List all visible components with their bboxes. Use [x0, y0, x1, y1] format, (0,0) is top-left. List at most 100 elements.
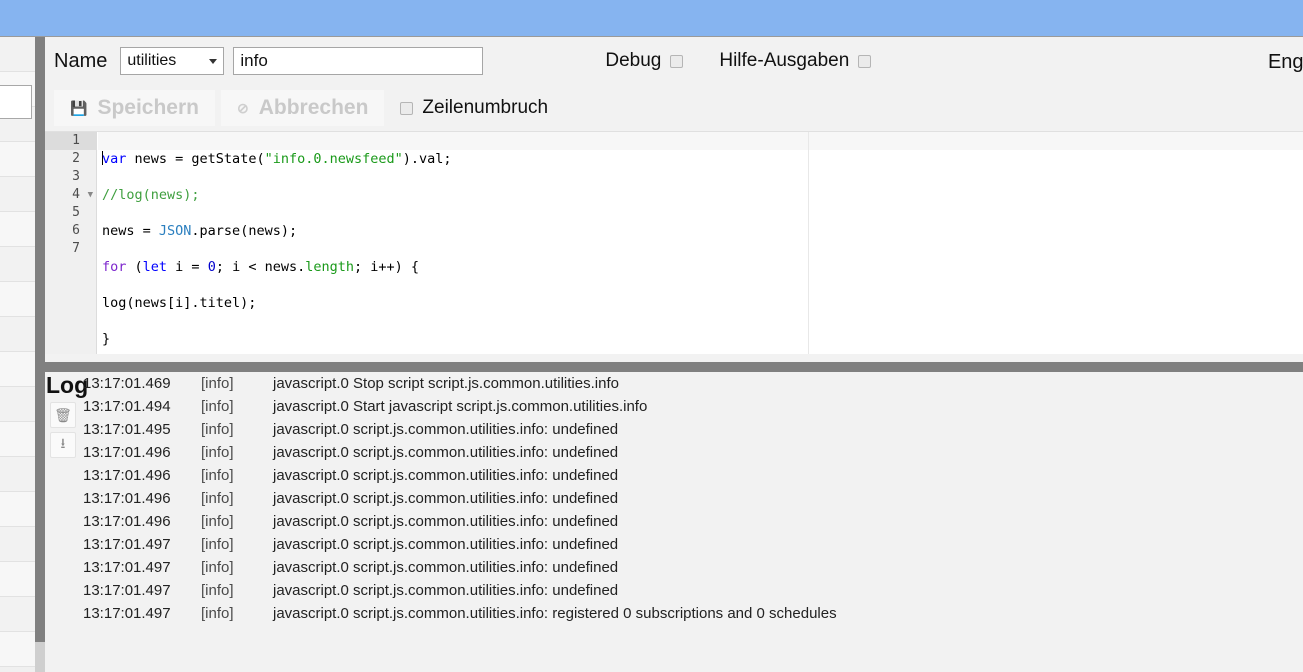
log-message: javascript.0 Stop script script.js.commo…: [273, 375, 619, 392]
log-severity: [info]: [201, 490, 234, 507]
script-tree-panel[interactable]: [0, 37, 35, 672]
log-timestamp: 13:17:01.497: [83, 559, 171, 576]
help-output-checkbox[interactable]: [858, 54, 872, 68]
tree-row[interactable]: [0, 597, 35, 632]
log-row: 13:17:01.497 [info] javascript.0 script.…: [83, 533, 1303, 556]
debug-label: Debug: [605, 50, 662, 71]
tree-row[interactable]: [0, 212, 35, 247]
tree-row[interactable]: [0, 492, 35, 527]
code-line: var news = getState("info.0.newsfeed").v…: [102, 151, 452, 167]
log-row: 13:17:01.496 [info] javascript.0 script.…: [83, 487, 1303, 510]
cancel-circle-icon: ⊘: [236, 100, 249, 116]
log-timestamp: 13:17:01.496: [83, 490, 171, 507]
cancel-button[interactable]: ⊘ Abbrechen: [220, 90, 385, 126]
editor-gutter: 1 2 3 4 ▼ 5 6 7: [45, 132, 97, 354]
log-row: 13:17:01.496 [info] javascript.0 script.…: [83, 441, 1303, 464]
log-severity: [info]: [201, 605, 234, 622]
log-message: javascript.0 script.js.common.utilities.…: [273, 559, 619, 576]
log-message: javascript.0 script.js.common.utilities.…: [273, 536, 619, 553]
editor-toolbar-actions: 💾 Speichern ⊘ Abbrechen Zeilenumbruch: [45, 85, 1303, 131]
help-output-toggle[interactable]: Hilfe-Ausgaben: [719, 50, 872, 72]
code-line: log(news[i].titel);: [102, 295, 257, 311]
log-row: 13:17:01.495 [info] javascript.0 script.…: [83, 418, 1303, 441]
tree-row[interactable]: [0, 562, 35, 597]
gutter-line-number: 4 ▼: [45, 186, 96, 204]
download-log-button[interactable]: ⭳: [50, 432, 76, 458]
gutter-line-number: 6: [72, 223, 80, 238]
chevron-down-small-icon[interactable]: ▼: [88, 186, 93, 204]
name-label: Name: [54, 49, 108, 72]
tree-row[interactable]: [0, 527, 35, 562]
tree-filter-input[interactable]: [0, 85, 32, 119]
log-message: javascript.0 script.js.common.utilities.…: [273, 605, 837, 622]
log-message: javascript.0 script.js.common.utilities.…: [273, 421, 619, 438]
tree-row[interactable]: [0, 142, 35, 177]
log-timestamp: 13:17:01.497: [83, 582, 171, 599]
tree-row[interactable]: [0, 632, 35, 667]
save-button[interactable]: 💾 Speichern: [54, 90, 215, 126]
tree-row[interactable]: [0, 282, 35, 317]
code-line: for (let i = 0; i < news.length; i++) {: [102, 259, 420, 275]
save-disk-icon: 💾: [70, 100, 88, 116]
gutter-line-number-text: 4: [72, 187, 80, 202]
tree-row[interactable]: [0, 247, 35, 282]
gutter-line-number: 5: [72, 205, 80, 220]
gutter-line-number: 3: [72, 169, 80, 184]
word-wrap-toggle[interactable]: Zeilenumbruch: [400, 97, 548, 119]
tree-row[interactable]: [0, 352, 35, 387]
log-row: 13:17:01.469 [info] javascript.0 Stop sc…: [83, 372, 1303, 395]
log-timestamp: 13:17:01.494: [83, 398, 171, 415]
gutter-line-number: 2: [72, 151, 80, 166]
editor-bottom-padding: [45, 354, 1303, 362]
tree-row[interactable]: [0, 37, 35, 72]
log-timestamp: 13:17:01.496: [83, 513, 171, 530]
tree-row[interactable]: [0, 422, 35, 457]
log-severity: [info]: [201, 513, 234, 530]
log-severity: [info]: [201, 536, 234, 553]
log-severity: [info]: [201, 421, 234, 438]
clear-log-button[interactable]: 🗑: [50, 402, 76, 428]
code-line: }: [102, 331, 111, 347]
script-name-input[interactable]: [233, 47, 484, 75]
tree-row[interactable]: [0, 457, 35, 492]
word-wrap-label: Zeilenumbruch: [422, 97, 549, 118]
code-line: //log(news);: [102, 187, 200, 203]
log-timestamp: 13:17:01.496: [83, 444, 171, 461]
vertical-splitter[interactable]: [35, 37, 45, 672]
log-message: javascript.0 script.js.common.utilities.…: [273, 467, 619, 484]
log-entry-list[interactable]: 13:17:01.469 [info] javascript.0 Stop sc…: [83, 372, 1303, 672]
debug-toggle[interactable]: Debug: [605, 50, 684, 72]
tree-row[interactable]: [0, 387, 35, 422]
gutter-line-number: 7: [72, 241, 80, 256]
gutter-line-number: 1: [45, 132, 96, 150]
cancel-button-label: Abbrechen: [258, 96, 369, 119]
log-row: 13:17:01.497 [info] javascript.0 script.…: [83, 556, 1303, 579]
app-root: Name utilities Debug Hilfe-Ausgaben Engi…: [0, 0, 1303, 672]
log-message: javascript.0 script.js.common.utilities.…: [273, 582, 619, 599]
log-timestamp: 13:17:01.469: [83, 375, 171, 392]
debug-checkbox[interactable]: [670, 54, 684, 68]
splitter-handle[interactable]: [35, 642, 45, 672]
code-editor[interactable]: 1 2 3 4 ▼ 5 6 7 var news = getState("info…: [45, 131, 1303, 354]
log-row: 13:17:01.497 [info] javascript.0 script.…: [83, 602, 1303, 625]
log-message: javascript.0 script.js.common.utilities.…: [273, 490, 619, 507]
log-timestamp: 13:17:01.496: [83, 467, 171, 484]
namespace-select[interactable]: utilities: [120, 47, 225, 75]
horizontal-splitter[interactable]: [45, 362, 1303, 372]
download-icon: ⭳: [60, 435, 66, 451]
code-text-area[interactable]: var news = getState("info.0.newsfeed").v…: [98, 132, 1303, 354]
log-message: javascript.0 script.js.common.utilities.…: [273, 444, 619, 461]
log-severity: [info]: [201, 444, 234, 461]
tree-row[interactable]: [0, 317, 35, 352]
log-row: 13:17:01.496 [info] javascript.0 script.…: [83, 464, 1303, 487]
word-wrap-checkbox[interactable]: [400, 101, 414, 115]
log-severity: [info]: [201, 559, 234, 576]
code-lines: var news = getState("info.0.newsfeed").v…: [98, 132, 452, 354]
log-title: Log: [46, 372, 89, 398]
log-row: 13:17:01.497 [info] javascript.0 script.…: [83, 579, 1303, 602]
print-margin-line: [808, 132, 809, 354]
log-timestamp: 13:17:01.495: [83, 421, 171, 438]
log-row: 13:17:01.494 [info] javascript.0 Start j…: [83, 395, 1303, 418]
tree-row[interactable]: [0, 177, 35, 212]
log-severity: [info]: [201, 582, 234, 599]
